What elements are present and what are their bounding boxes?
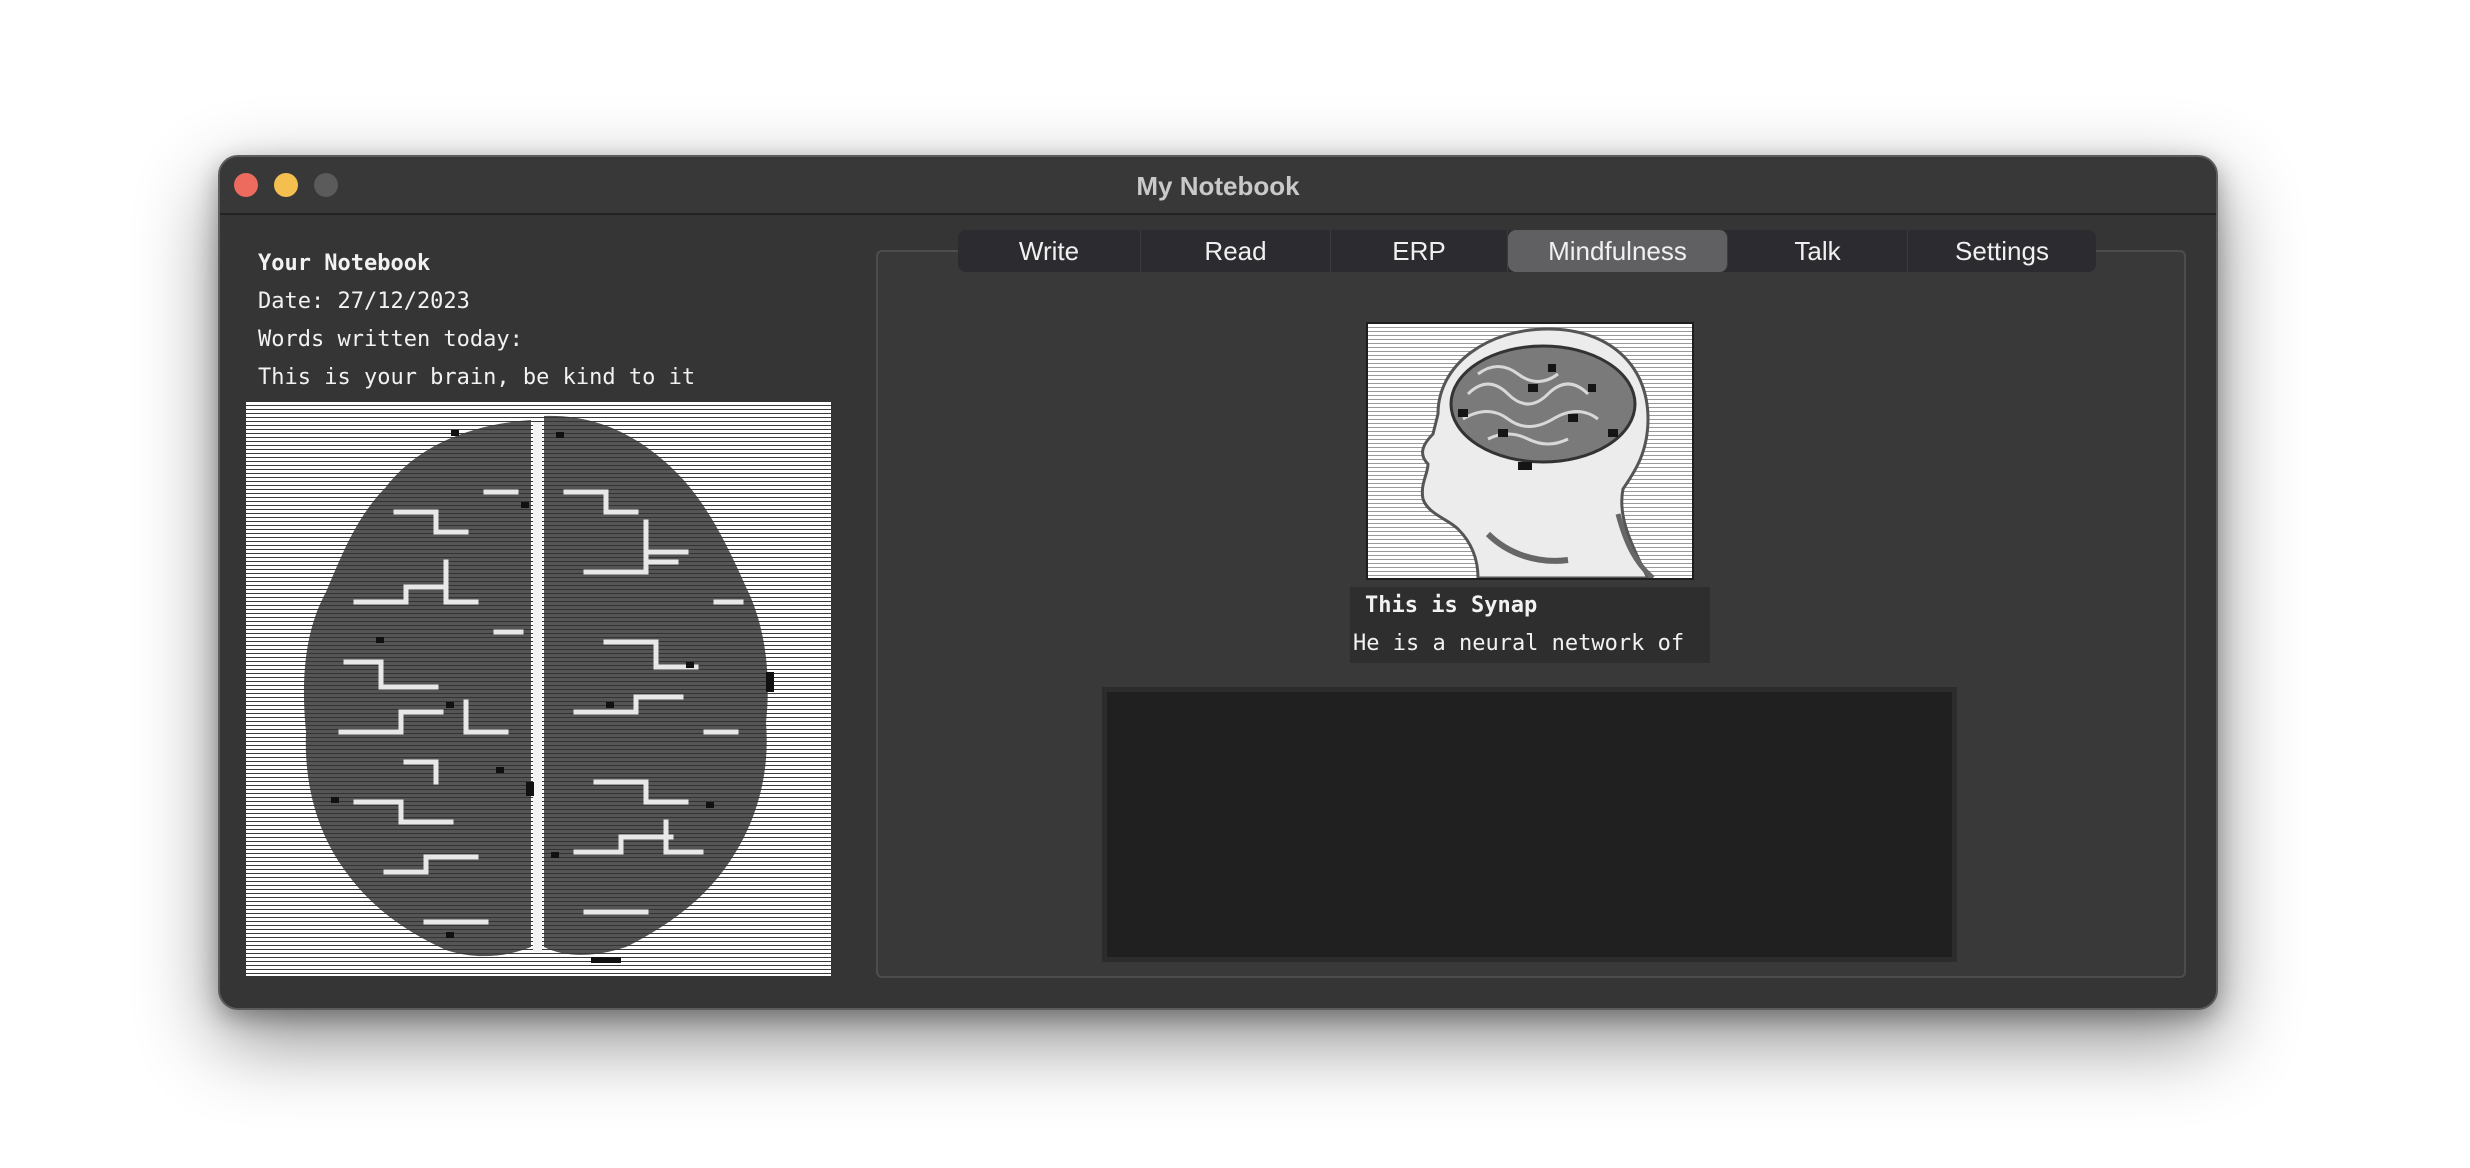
synap-description: He is a neural network of [1353, 631, 1685, 656]
app-window: My Notebook Your Notebook Date: 27/12/20… [218, 155, 2218, 1010]
synap-image [1366, 322, 1694, 580]
notebook-heading: Your Notebook [258, 251, 431, 276]
brain-message: This is your brain, be kind to it [258, 365, 696, 390]
mindfulness-text-input[interactable] [1102, 687, 1957, 962]
tab-settings[interactable]: Settings [1908, 230, 2096, 272]
title-bar[interactable]: My Notebook [220, 157, 2216, 215]
notebook-info: Your Notebook Date: 27/12/2023 Words wri… [258, 245, 695, 397]
synap-title: This is Synap [1365, 593, 1538, 618]
tab-write[interactable]: Write [958, 230, 1141, 272]
window-title: My Notebook [1136, 171, 1300, 201]
tab-talk[interactable]: Talk [1728, 230, 1908, 272]
brain-image [246, 402, 831, 976]
synap-caption: This is Synap He is a neural network of [1350, 587, 1710, 663]
tab-read[interactable]: Read [1141, 230, 1331, 272]
tab-erp[interactable]: ERP [1331, 230, 1508, 272]
tab-mindfulness[interactable]: Mindfulness [1508, 230, 1728, 272]
synap-head-icon [1420, 327, 1655, 578]
date-label: Date: 27/12/2023 [258, 289, 470, 314]
tab-bar: Write Read ERP Mindfulness Talk Settings [958, 230, 2096, 272]
words-written-label: Words written today: [258, 327, 523, 352]
brain-illustration-icon [303, 415, 774, 963]
